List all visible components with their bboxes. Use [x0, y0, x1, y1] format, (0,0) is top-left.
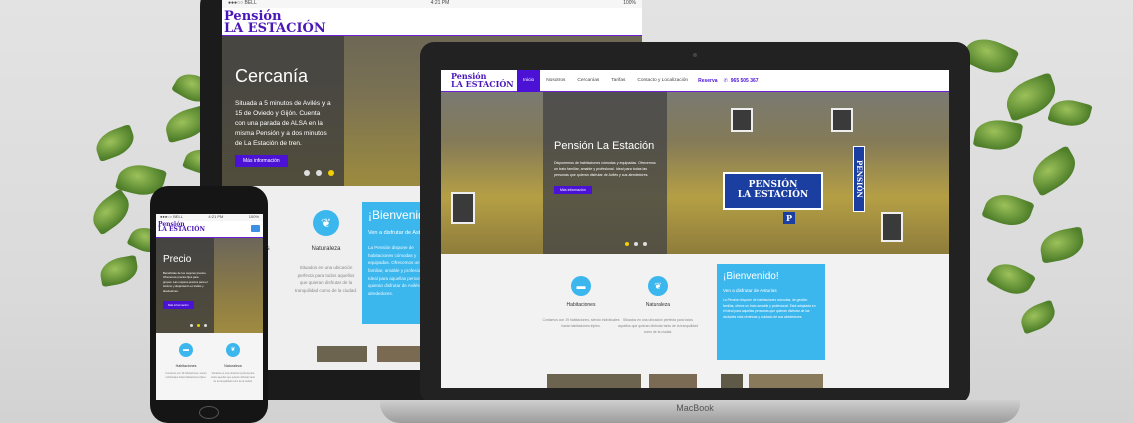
phone-slider-dots [190, 324, 207, 327]
building-window [831, 108, 853, 132]
phone-hero-slider[interactable]: Precio Beneficiate de los mejores precio… [156, 238, 263, 333]
reserva-label: Reserva [698, 77, 718, 84]
phone-status-bar: ●●●○○ BELL 4:21 PM 100% [156, 214, 263, 221]
parking-sign: P [783, 212, 795, 224]
phone-header: Pensión LA ESTACIÓN [156, 221, 263, 238]
site-logo[interactable]: Pensión LA ESTACIÓN [224, 10, 642, 36]
camera-icon [693, 53, 697, 57]
laptop-slider-dots [625, 242, 647, 246]
phone-hero-text: Beneficiate de los mejores precios. Ofre… [163, 271, 208, 293]
sign-line1: PENSIÓN [748, 180, 798, 190]
phone-more-info-button[interactable]: Más información [163, 301, 194, 310]
phone-number[interactable]: 965 505 367 [731, 78, 759, 84]
tablet-status-bar: ●●●○○ BELL 4:21 PM 100% [222, 0, 642, 8]
laptop-navbar: Pensión LA ESTACIÓN Inicio Nosotros Cerc… [441, 70, 949, 92]
tablet-hero-overlay: Cercanía Situada a 5 minutos de Avilés y… [222, 36, 344, 186]
tablet-thumb [317, 346, 367, 362]
time-text: 4:21 PM [208, 214, 224, 219]
building-window [451, 192, 475, 224]
carrier-text: ●●●○○ BELL [228, 0, 257, 6]
feature-naturaleza: ❦ Naturaleza Situados en una ubicación p… [211, 343, 255, 384]
battery-text: 100% [248, 214, 259, 219]
slider-dot[interactable] [204, 324, 207, 327]
phone-hero-overlay: Precio Beneficiate de los mejores precio… [156, 238, 214, 333]
slider-dot[interactable] [190, 324, 193, 327]
building-window [731, 108, 753, 132]
logo-line2: LA ESTACIÓN [451, 78, 514, 89]
welcome-subtitle: Ven a disfrutar de Asturias [723, 288, 777, 293]
phone-hero-title: Precio [163, 254, 192, 265]
home-button[interactable] [199, 406, 219, 419]
site-logo[interactable]: Pensión LA ESTACIÓN [441, 72, 517, 89]
feature-title: Habitaciones [175, 364, 197, 368]
laptop-hero-overlay: Pensión La Estación Disponemos de habita… [543, 92, 667, 254]
feature-text: Situados en una ubicación perfecta para … [294, 265, 358, 293]
leaf-icon: ❦ [313, 210, 339, 236]
feature-habitaciones: ▬ Habitaciones Contamos con 19 habitacio… [541, 276, 621, 330]
vertical-sign: PENSIÓN [853, 146, 865, 212]
bed-icon: ▬ [571, 276, 591, 296]
tablet-hero-text: Situada a 5 minutos de Avilés y a 15 de … [235, 100, 331, 148]
laptop-body: ▬ Habitaciones Contamos con 19 habitacio… [441, 254, 949, 388]
tablet-feature-naturaleza: ❦ Naturaleza Situados en una ubicación p… [294, 210, 358, 295]
gallery-thumb[interactable] [749, 374, 823, 388]
slider-dot[interactable] [643, 242, 647, 246]
building-window [881, 212, 903, 242]
feature-text: Situados en una ubicación perfecta para … [618, 318, 698, 334]
feature-text: Contamos con 19 habitaciones, siendo ind… [165, 372, 207, 379]
slider-dot-active[interactable] [197, 324, 200, 327]
leaf-icon: ❦ [648, 276, 668, 296]
feature-naturaleza: ❦ Naturaleza Situados en una ubicación p… [618, 276, 698, 335]
phone-screen: ●●●○○ BELL 4:21 PM 100% Pensión LA ESTAC… [156, 214, 263, 400]
laptop-welcome-box: ¡Bienvenido! Ven a disfrutar de Asturias… [717, 264, 825, 360]
hamburger-menu-icon[interactable] [251, 225, 260, 232]
menu-item-tarifas[interactable]: Tarifas [605, 70, 631, 92]
slider-dot[interactable] [634, 242, 638, 246]
gallery-thumb[interactable] [649, 374, 697, 388]
phone-body: ▬ Habitaciones Contamos con 19 habitacio… [156, 333, 263, 400]
logo-line2: LA ESTACIÓN [158, 226, 205, 234]
feature-title: Naturaleza [645, 302, 671, 308]
feature-title: Naturaleza [224, 364, 242, 368]
time-text: 4:21 PM [430, 0, 450, 6]
menu-item-nosotros[interactable]: Nosotros [540, 70, 571, 92]
slider-dot[interactable] [316, 170, 322, 176]
sign-line2: LA ESTACIÓN [737, 190, 809, 200]
menu-item-contacto[interactable]: Contacto y Localización [631, 70, 694, 92]
slider-dot[interactable] [304, 170, 310, 176]
battery-text: 100% [623, 0, 636, 6]
laptop-hero-slider[interactable]: PENSIÓN LA ESTACIÓN PENSIÓN P Pensión La… [441, 92, 949, 254]
welcome-title: ¡Bienvenido! [723, 271, 779, 282]
feature-habitaciones: ▬ Habitaciones Contamos con 19 habitacio… [164, 343, 208, 380]
feature-text: Situados en una ubicación perfecta para … [211, 372, 255, 383]
laptop-hero-text: Disponemos de habitaciones cómodas y equ… [554, 161, 656, 177]
laptop-more-info-button[interactable]: Más información [554, 186, 592, 195]
logo-line2: LA ESTACIÓN [224, 20, 326, 36]
tablet-hero-title: Cercanía [235, 66, 309, 86]
feature-title: Habitaciones [566, 302, 596, 308]
site-logo[interactable]: Pensión LA ESTACIÓN [158, 221, 261, 234]
tablet-slider-dots [304, 170, 334, 176]
tablet-more-info-button[interactable]: Más información [235, 155, 288, 168]
macbook-label: MacBook [676, 403, 714, 413]
slider-dot-active[interactable] [625, 242, 629, 246]
slider-dot-active[interactable] [328, 170, 334, 176]
main-menu: Inicio Nosotros Cercanías Tarifas Contac… [517, 70, 694, 92]
menu-item-cercanias[interactable]: Cercanías [571, 70, 605, 92]
laptop-hero-title: Pensión La Estación [554, 140, 655, 152]
laptop-screen: Pensión LA ESTACIÓN Inicio Nosotros Cerc… [441, 70, 949, 388]
welcome-text: La Pensión dispone de habitaciones cómod… [723, 298, 816, 319]
phone-icon: ✆ [723, 77, 728, 84]
bed-icon: ▬ [179, 343, 193, 357]
menu-item-inicio[interactable]: Inicio [517, 70, 541, 92]
tablet-header: Pensión LA ESTACIÓN [222, 8, 642, 36]
pension-sign: PENSIÓN LA ESTACIÓN [723, 172, 823, 210]
carrier-text: ●●●○○ BELL [160, 214, 183, 219]
feature-text: Contamos con 19 habitaciones, siendo ind… [542, 318, 620, 328]
gallery-thumb[interactable] [721, 374, 743, 388]
gallery-thumb[interactable] [547, 374, 641, 388]
leaf-icon: ❦ [226, 343, 240, 357]
feature-title: Naturaleza [311, 246, 341, 252]
